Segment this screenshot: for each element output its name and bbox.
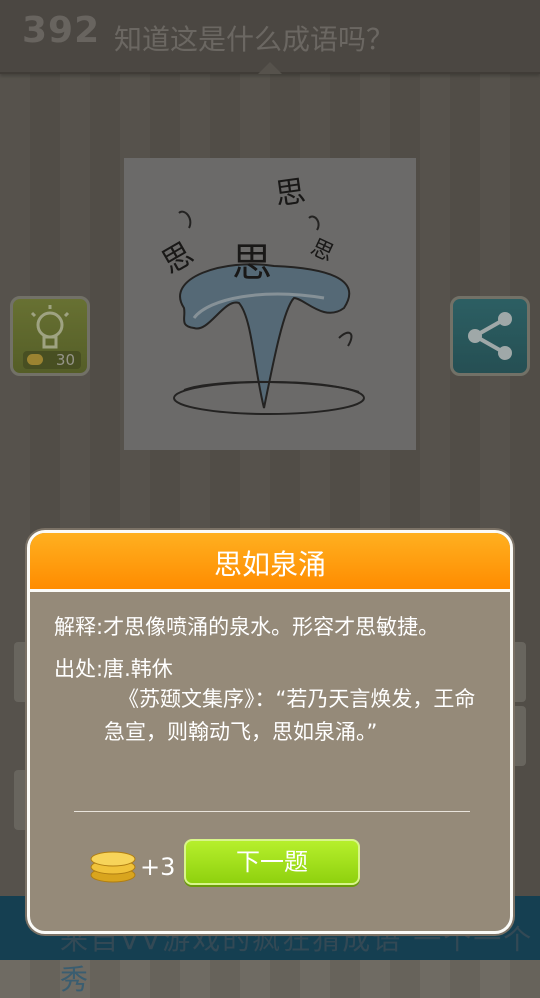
- source-text: 《苏颋文集序》：“若乃天言焕发，王命急宣，则翰动飞，思如泉涌。”: [104, 687, 476, 744]
- reward-amount: +3: [140, 853, 176, 881]
- divider: [74, 811, 470, 812]
- source-label: 出处:唐.韩休: [54, 657, 173, 681]
- coins-icon: [90, 851, 136, 883]
- idiom-title: 思如泉涌: [213, 548, 326, 581]
- definition-text: 解释:才思像喷涌的泉水。形容才思敏捷。: [54, 615, 440, 639]
- dialog-title-bar: 思如泉涌: [30, 533, 510, 592]
- next-question-button[interactable]: 下一题: [184, 839, 360, 885]
- answer-dialog: 思如泉涌 解释:才思像喷涌的泉水。形容才思敏捷。 出处:唐.韩休 《苏颋文集序》…: [27, 530, 513, 934]
